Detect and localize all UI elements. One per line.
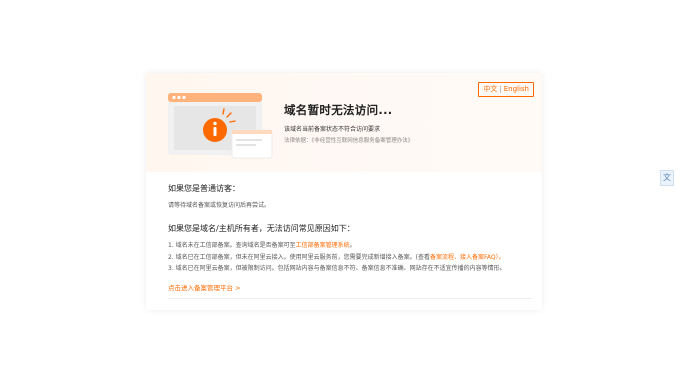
divider bbox=[168, 297, 532, 299]
enter-filing-platform-link[interactable]: 点击进入备案管理平台 > bbox=[168, 282, 532, 292]
legal-basis-text: 《非经营性互联网信息服务备案管理办法》 bbox=[311, 138, 414, 144]
reason-item-2: 2. 域名已在工信部备案，但未在阿里云接入。使用阿里云服务前，您需要完成新增接入… bbox=[168, 253, 532, 263]
page-title: 域名暂时无法访问... bbox=[284, 103, 393, 117]
legal-basis: 法律依据：《非经营性互联网信息服务备案管理办法》 bbox=[284, 136, 413, 144]
language-switch[interactable]: 中文 | English bbox=[478, 82, 534, 97]
visitor-text: 请等待域名备案或恢复访问后再尝试。 bbox=[168, 202, 271, 209]
filing-faq-link[interactable]: 备案流程、接入备案FAQ bbox=[430, 254, 496, 261]
lang-zh[interactable]: 中文 bbox=[483, 85, 497, 93]
visitor-heading: 如果您是普通访客： bbox=[168, 184, 240, 193]
miit-system-link[interactable]: 工信部备案管理系统 bbox=[296, 242, 350, 249]
reason-1-text: 1. 域名未在工信部备案。查询域名是否备案可至 bbox=[168, 242, 296, 249]
reason-1-end: 。 bbox=[349, 242, 356, 249]
reason-2-text: 2. 域名已在工信部备案，但未在阿里云接入。使用阿里云服务前，您需要完成新增接入… bbox=[168, 253, 430, 261]
content-section: 如果您是普通访客： 请等待域名备案或恢复访问后再尝试。 如果您是域名/主机所有者… bbox=[168, 183, 532, 299]
lang-en[interactable]: English bbox=[504, 85, 529, 93]
hero-banner: 中文 | English 域名暂时无法访问... 该域名当前备案状态不符合访问要求 … bbox=[146, 73, 542, 172]
reason-item-3: 3. 域名已在阿里云备案，但被限制访问。包括网站内容与备案信息不符、备案信息不准… bbox=[168, 265, 506, 272]
reason-2-end: ）。 bbox=[495, 253, 505, 261]
lang-separator: | bbox=[499, 85, 502, 93]
browser-warning-illustration bbox=[168, 93, 273, 159]
legal-basis-label: 法律依据： bbox=[284, 138, 312, 144]
reason-item-1: 1. 域名未在工信部备案。查询域名是否备案可至工信部备案管理系统。 bbox=[168, 241, 532, 251]
translate-icon[interactable]: 文 bbox=[660, 170, 674, 186]
status-description: 该域名当前备案状态不符合访问要求 bbox=[284, 126, 381, 133]
owner-heading: 如果您是域名/主机所有者，无法访问常见原因如下： bbox=[168, 224, 355, 233]
notice-card: 中文 | English 域名暂时无法访问... 该域名当前备案状态不符合访问要求 … bbox=[146, 73, 542, 310]
